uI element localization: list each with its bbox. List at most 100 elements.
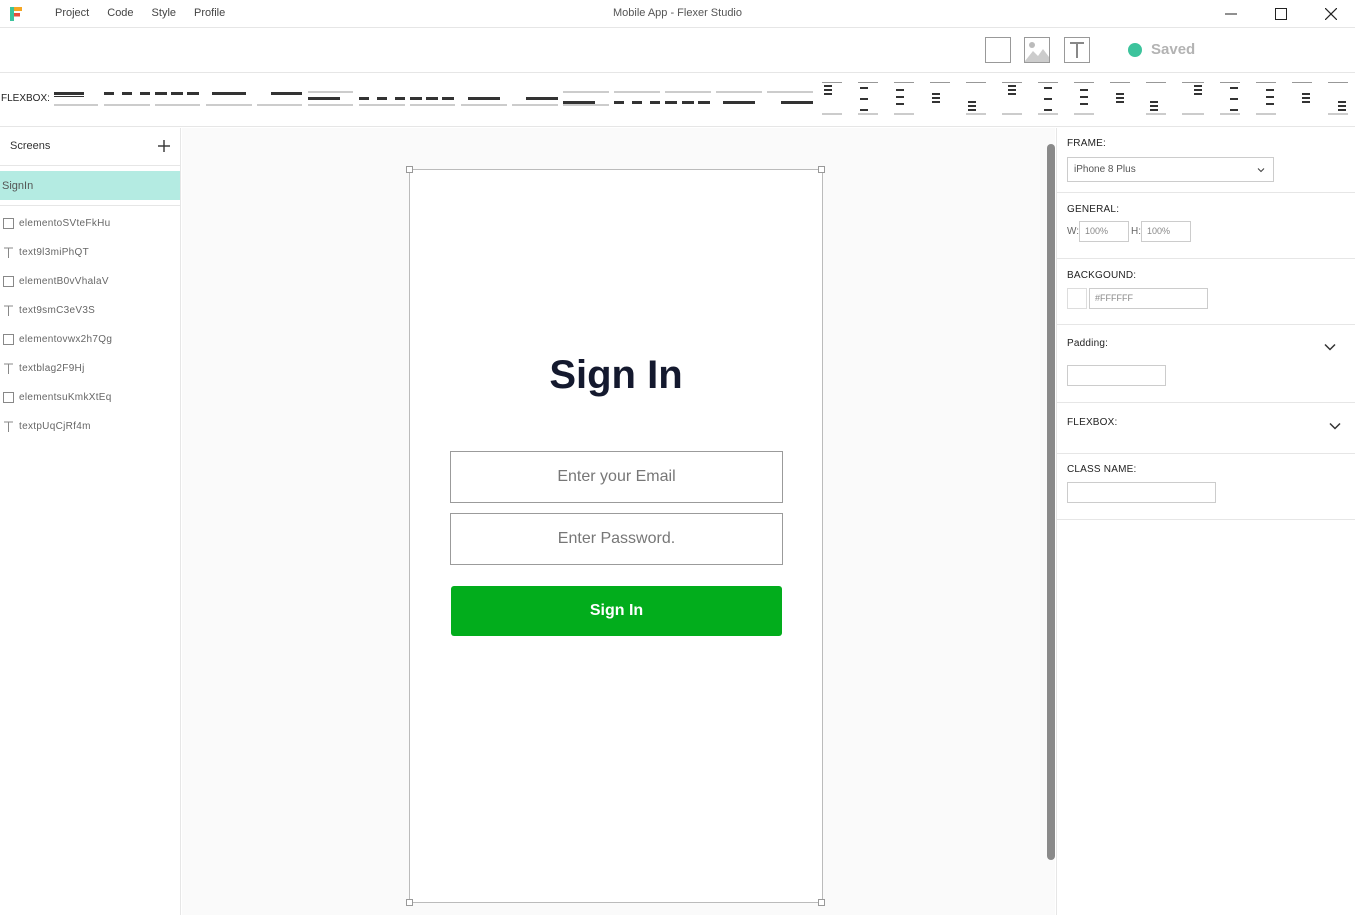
resize-handle-bottom-left[interactable] bbox=[406, 899, 413, 906]
layer-item-label: text9smC3eV3S bbox=[19, 305, 96, 316]
classname-section: CLASS NAME: bbox=[1057, 454, 1355, 520]
screens-sidebar: Screens SignIn elementoSVteFkHu text9l3m… bbox=[0, 128, 181, 915]
layer-item-label: text9l3miPhQT bbox=[19, 247, 90, 258]
height-input[interactable]: 100% bbox=[1141, 221, 1191, 242]
column-center-right-icon bbox=[1292, 82, 1312, 103]
classname-input[interactable] bbox=[1067, 482, 1216, 503]
column-center-center-icon bbox=[1110, 82, 1130, 103]
space-between-middle-icon bbox=[410, 97, 455, 106]
layer-item[interactable]: elementB0vVhalaV bbox=[0, 272, 180, 292]
signin-title[interactable]: Sign In bbox=[410, 353, 822, 398]
canvas-scrollbar[interactable] bbox=[1047, 144, 1055, 860]
background-label: BACKGOUND: bbox=[1067, 270, 1137, 281]
space-around-top-icon bbox=[104, 92, 150, 106]
element-box-icon bbox=[3, 334, 14, 345]
chevron-down-icon[interactable] bbox=[1323, 340, 1337, 354]
flex-start-top-icon bbox=[54, 92, 98, 106]
space-around-bottom-icon bbox=[614, 91, 660, 104]
center-bottom-icon bbox=[716, 91, 762, 104]
column-between-right-icon bbox=[1256, 82, 1276, 115]
menu-bar: Project Code Style Profile bbox=[46, 0, 234, 28]
layer-item[interactable]: text9smC3eV3S bbox=[0, 301, 180, 321]
chevron-down-icon bbox=[1257, 168, 1265, 173]
properties-panel: FRAME: iPhone 8 Plus GENERAL: W: 100% H:… bbox=[1056, 128, 1355, 915]
layer-item[interactable]: elementoSVteFkHu bbox=[0, 214, 180, 234]
center-top-icon bbox=[206, 92, 252, 106]
resize-handle-bottom-right[interactable] bbox=[818, 899, 825, 906]
saved-status: Saved bbox=[1151, 41, 1196, 58]
padding-input[interactable] bbox=[1067, 365, 1166, 386]
text-t-icon bbox=[4, 421, 13, 432]
element-box-icon bbox=[3, 276, 14, 287]
maximize-icon bbox=[1275, 8, 1287, 20]
padding-label: Padding: bbox=[1067, 338, 1109, 349]
menu-code[interactable]: Code bbox=[98, 0, 142, 28]
email-input[interactable]: Enter your Email bbox=[450, 451, 783, 503]
flexbox-layout-bar: FLEXBOX: bbox=[0, 74, 1355, 127]
space-between-bottom-icon bbox=[665, 91, 711, 104]
layer-item[interactable]: elementovwx2h7Qg bbox=[0, 330, 180, 350]
flex-row-presets[interactable] bbox=[52, 84, 822, 120]
frame-label: FRAME: bbox=[1067, 138, 1106, 149]
screens-title: Screens bbox=[10, 140, 51, 152]
phone-frame[interactable]: Sign In Enter your Email Enter Password.… bbox=[409, 169, 823, 903]
saved-status-icon bbox=[1128, 43, 1142, 57]
password-input[interactable]: Enter Password. bbox=[450, 513, 783, 565]
column-top-right-icon bbox=[1182, 82, 1204, 115]
element-box-icon bbox=[3, 218, 14, 229]
background-color-input[interactable]: #FFFFFF bbox=[1089, 288, 1208, 309]
add-screen-icon[interactable] bbox=[156, 138, 172, 154]
column-between-center-icon bbox=[1074, 82, 1094, 115]
frame-select-value: iPhone 8 Plus bbox=[1074, 164, 1136, 175]
general-label: GENERAL: bbox=[1067, 204, 1120, 215]
sidebar-divider bbox=[0, 205, 180, 206]
title-bar: Project Code Style Profile Mobile App - … bbox=[0, 0, 1355, 28]
flexbox-label: FLEXBOX: bbox=[1067, 417, 1118, 428]
column-end-left-icon bbox=[966, 82, 986, 115]
padding-section: Padding: bbox=[1057, 325, 1355, 403]
column-around-left-icon bbox=[858, 82, 878, 115]
flex-start-bottom-icon bbox=[563, 91, 609, 106]
minimize-button[interactable] bbox=[1206, 0, 1256, 28]
screens-header: Screens bbox=[0, 128, 180, 166]
width-input[interactable]: 100% bbox=[1079, 221, 1129, 242]
width-label: W: bbox=[1067, 226, 1080, 237]
height-label: H: bbox=[1131, 226, 1141, 237]
menu-style[interactable]: Style bbox=[143, 0, 185, 28]
layer-item[interactable]: textblag2F9Hj bbox=[0, 359, 180, 379]
layer-item-label: textpUqCjRf4m bbox=[19, 421, 91, 432]
layer-item[interactable]: elementsuKmkXtEq bbox=[0, 388, 180, 408]
layer-item-label: elementovwx2h7Qg bbox=[19, 334, 113, 345]
close-button[interactable] bbox=[1306, 0, 1355, 28]
image-icon[interactable] bbox=[1024, 37, 1050, 63]
column-end-center-icon bbox=[1146, 82, 1166, 115]
column-end-right-icon bbox=[1328, 82, 1348, 115]
frame-select[interactable]: iPhone 8 Plus bbox=[1067, 157, 1274, 182]
layer-item-label: elementsuKmkXtEq bbox=[19, 392, 112, 403]
column-center-left-icon bbox=[930, 82, 950, 103]
layer-item-label: elementB0vVhalaV bbox=[19, 276, 109, 287]
layer-item[interactable]: textpUqCjRf4m bbox=[0, 417, 180, 437]
flex-end-middle-icon bbox=[512, 97, 558, 106]
layer-item[interactable]: text9l3miPhQT bbox=[0, 243, 180, 263]
resize-handle-top-right[interactable] bbox=[818, 166, 825, 173]
text-icon[interactable] bbox=[1064, 37, 1090, 63]
maximize-button[interactable] bbox=[1256, 0, 1306, 28]
layer-item-label: textblag2F9Hj bbox=[19, 363, 85, 374]
general-section: GENERAL: W: 100% H: 100% bbox=[1057, 193, 1355, 259]
screen-item-signin[interactable]: SignIn bbox=[0, 171, 180, 200]
text-t-icon bbox=[4, 363, 13, 374]
column-between-left-icon bbox=[894, 82, 914, 115]
resize-handle-top-left[interactable] bbox=[406, 166, 413, 173]
column-around-right-icon bbox=[1220, 82, 1240, 115]
background-section: BACKGOUND: #FFFFFF bbox=[1057, 259, 1355, 325]
menu-profile[interactable]: Profile bbox=[185, 0, 234, 28]
flex-column-presets[interactable] bbox=[822, 82, 1352, 118]
layer-item-label: elementoSVteFkHu bbox=[19, 218, 111, 229]
signin-button[interactable]: Sign In bbox=[451, 586, 782, 636]
chevron-down-icon[interactable] bbox=[1328, 419, 1342, 433]
column-top-center-icon bbox=[1002, 82, 1022, 115]
rectangle-icon[interactable] bbox=[985, 37, 1011, 63]
background-color-swatch[interactable] bbox=[1067, 288, 1087, 309]
menu-project[interactable]: Project bbox=[46, 0, 98, 28]
